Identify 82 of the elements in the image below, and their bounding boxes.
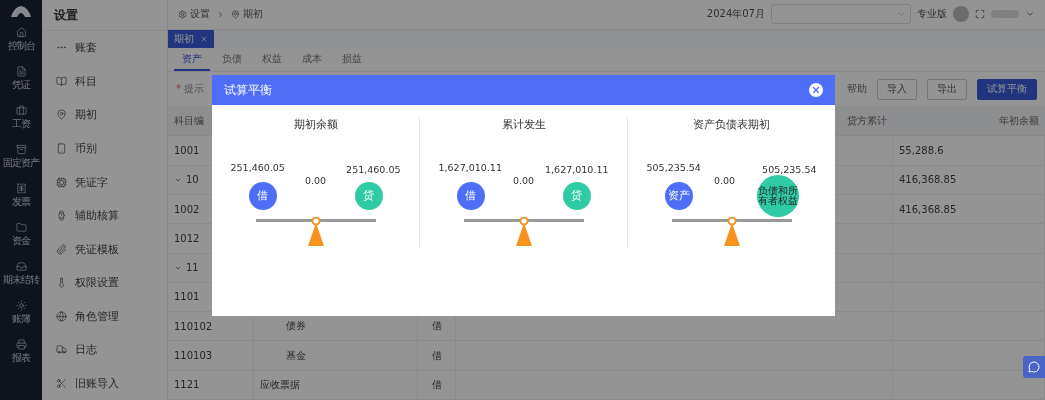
- difference-amount: 0.00: [512, 175, 535, 186]
- hint-text: * 提示: [176, 82, 205, 97]
- nav-label: 工资: [12, 117, 30, 131]
- toolbar-button[interactable]: 试算平衡: [977, 78, 1037, 100]
- menu-item[interactable]: 凭证模板: [42, 232, 167, 266]
- column-header: 年初余额: [893, 106, 1045, 137]
- account-name: 基金: [285, 348, 306, 363]
- menu-item[interactable]: 辅助核算: [42, 198, 167, 233]
- difference-amount: 0.00: [713, 175, 736, 186]
- difference-amount: 0.00: [304, 175, 327, 186]
- nav-item[interactable]: 凭证: [12, 62, 30, 96]
- nav-item[interactable]: 控制台: [7, 23, 35, 57]
- menu-item[interactable]: 权限设置: [42, 265, 167, 300]
- nav-label: 凭证: [12, 78, 30, 92]
- nav-item[interactable]: 期末结转: [3, 257, 39, 291]
- menu-item[interactable]: 角色管理: [42, 299, 167, 333]
- account-code: 11: [186, 262, 199, 274]
- panel-title: 累计发生: [501, 117, 546, 132]
- help-link[interactable]: 帮助: [847, 82, 867, 97]
- credit-marker: 贷: [562, 182, 591, 210]
- menu-title: 设置: [42, 0, 167, 32]
- direction-text: 借: [431, 319, 442, 334]
- nav-item[interactable]: 工资: [12, 101, 30, 135]
- account-code: 1002: [174, 203, 200, 215]
- nav-label: 发票: [12, 195, 30, 209]
- category-tab[interactable]: 成本: [294, 48, 330, 72]
- menu-item[interactable]: 币别: [42, 131, 167, 166]
- menu-item[interactable]: 凭证字: [42, 165, 167, 199]
- direction-text: 借: [431, 348, 442, 363]
- opening-balance: 416,368.85: [899, 174, 957, 186]
- account-code: 110103: [174, 350, 213, 362]
- nav-item[interactable]: 发票: [12, 179, 30, 213]
- account-name: 债券: [285, 319, 306, 334]
- credit-amount: 251,460.05: [346, 164, 401, 175]
- credit-marker: 负债和所有者权益: [756, 175, 799, 217]
- period-text[interactable]: 2024年07月: [706, 7, 765, 22]
- nav-label: 固定资产: [3, 156, 39, 170]
- edition-text: 专业版: [917, 7, 947, 22]
- nav-item[interactable]: 报表: [12, 335, 30, 369]
- breadcrumb-item[interactable]: 期初: [243, 7, 263, 22]
- nav-item[interactable]: 账簿: [12, 296, 30, 330]
- menu-item[interactable]: 期初: [42, 98, 167, 132]
- nav-label: 报表: [12, 351, 30, 365]
- category-tab[interactable]: 权益: [254, 48, 290, 72]
- account-code: 110102: [174, 320, 213, 332]
- account-code: 1101: [174, 291, 200, 303]
- nav-item[interactable]: 资金: [12, 218, 30, 252]
- panel-title: 期初余额: [293, 117, 338, 132]
- nav-label: 资金: [12, 234, 30, 248]
- menu-item[interactable]: 日志: [42, 332, 167, 367]
- debit-amount: 505,235.54: [646, 162, 701, 175]
- credit-amount: 505,235.54: [762, 164, 817, 175]
- nav-label: 账簿: [12, 312, 30, 326]
- account-code: 1012: [174, 232, 200, 244]
- credit-amount: 1,627,010.11: [545, 164, 609, 175]
- category-tab[interactable]: 负债: [214, 48, 250, 72]
- menu-item[interactable]: 旧账导入: [42, 366, 167, 400]
- nav-label: 控制台: [7, 39, 35, 53]
- toolbar-button[interactable]: 导入: [877, 78, 917, 100]
- panel-title: 资产负债表期初: [693, 117, 770, 132]
- debit-marker: 借: [248, 182, 277, 210]
- credit-marker: 贷: [354, 182, 383, 210]
- menu-item[interactable]: 账套: [42, 31, 167, 65]
- nav-label: 期末结转: [3, 273, 39, 287]
- opening-balance: 416,368.85: [899, 203, 957, 215]
- account-name: 应收票据: [260, 377, 300, 392]
- toolbar-button[interactable]: 导出: [927, 78, 967, 100]
- debit-amount: 1,627,010.11: [438, 162, 502, 175]
- account-code: 1121: [174, 379, 200, 391]
- debit-marker: 借: [456, 182, 485, 210]
- breadcrumb-item[interactable]: 设置: [190, 7, 210, 22]
- direction-text: 借: [431, 377, 442, 392]
- dialog-title: 试算平衡: [224, 81, 272, 99]
- debit-marker: 资产: [664, 182, 693, 210]
- category-tab[interactable]: 资产: [174, 48, 210, 72]
- account-code: 10: [186, 174, 199, 186]
- opening-balance: 55,288.6: [899, 144, 944, 156]
- nav-item[interactable]: 固定资产: [3, 140, 39, 174]
- account-code: 1001: [174, 144, 200, 156]
- menu-item[interactable]: 科目: [42, 64, 167, 99]
- category-tab[interactable]: 损益: [334, 48, 370, 72]
- debit-amount: 251,460.05: [230, 162, 285, 175]
